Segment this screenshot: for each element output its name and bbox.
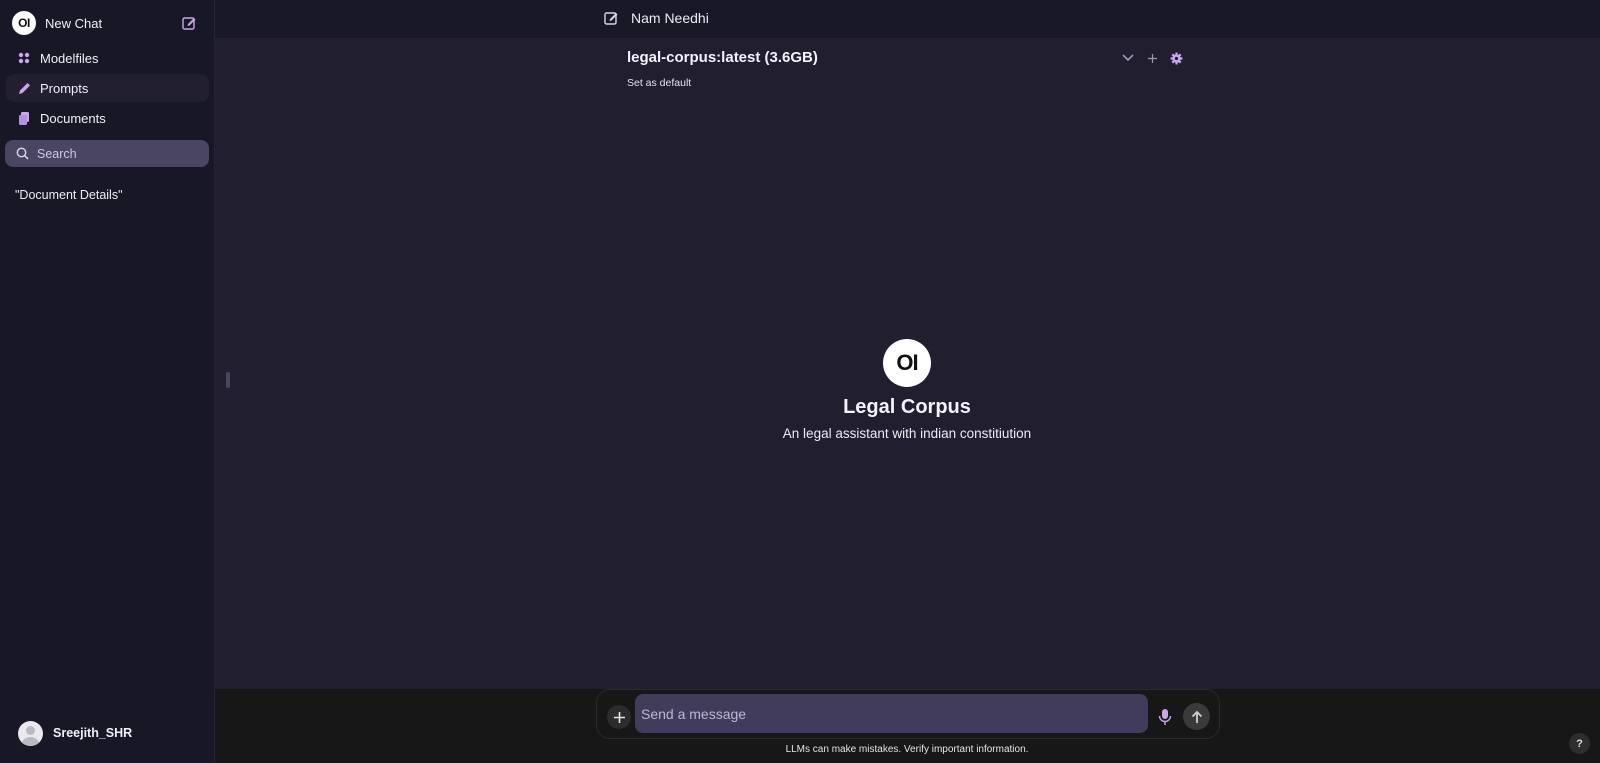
add-model-icon[interactable] <box>1144 50 1160 66</box>
sidebar-item-label: Documents <box>40 110 106 126</box>
user-menu[interactable]: Sreejith_SHR <box>6 717 209 749</box>
attach-button[interactable] <box>607 705 631 729</box>
compose-icon[interactable] <box>603 10 619 26</box>
user-name: Sreejith_SHR <box>53 726 133 740</box>
search-input[interactable] <box>37 146 187 161</box>
model-selector[interactable]: legal-corpus:latest (3.6GB) <box>627 49 818 66</box>
arrow-up-icon <box>1191 710 1202 723</box>
sidebar-item-modelfiles[interactable]: Modelfiles <box>6 44 209 72</box>
model-actions <box>1120 50 1192 66</box>
compose-icon[interactable] <box>181 15 197 31</box>
sidebar-item-label: Modelfiles <box>40 50 99 66</box>
top-bar: Nam Needhi <box>215 0 1600 39</box>
new-chat-label: New Chat <box>45 15 103 31</box>
gear-icon[interactable] <box>1168 50 1184 66</box>
grid-icon <box>17 51 31 65</box>
search-icon <box>16 147 29 160</box>
sidebar-item-label: Prompts <box>40 80 89 96</box>
sidebar-item-prompts[interactable]: Prompts <box>6 74 209 102</box>
chevron-down-icon[interactable] <box>1120 50 1136 66</box>
sidebar-resize-handle[interactable] <box>226 372 230 388</box>
documents-icon <box>17 111 31 125</box>
set-default-link[interactable]: Set as default <box>627 77 691 89</box>
disclaimer: LLMs can make mistakes. Verify important… <box>785 744 1029 755</box>
app-logo: OI <box>12 11 36 35</box>
search-box[interactable] <box>5 140 209 167</box>
chat-title: Nam Needhi <box>631 10 709 26</box>
send-button[interactable] <box>1183 703 1210 730</box>
model-logo: OI <box>883 339 931 387</box>
sidebar-item-documents[interactable]: Documents <box>6 104 209 132</box>
help-button[interactable]: ? <box>1569 733 1590 754</box>
new-chat-button[interactable]: OI New Chat <box>6 9 209 37</box>
pencil-icon <box>17 81 31 95</box>
sidebar: OI New Chat Modelfiles Prompts Documents… <box>0 0 215 763</box>
plus-icon <box>613 711 625 723</box>
chat-history-item[interactable]: "Document Details" <box>6 183 209 207</box>
message-input[interactable] <box>635 694 1148 733</box>
model-name: Legal Corpus <box>843 396 971 418</box>
avatar <box>18 720 43 746</box>
microphone-icon[interactable] <box>1157 708 1173 726</box>
model-description: An legal assistant with indian constitiu… <box>782 426 1032 441</box>
